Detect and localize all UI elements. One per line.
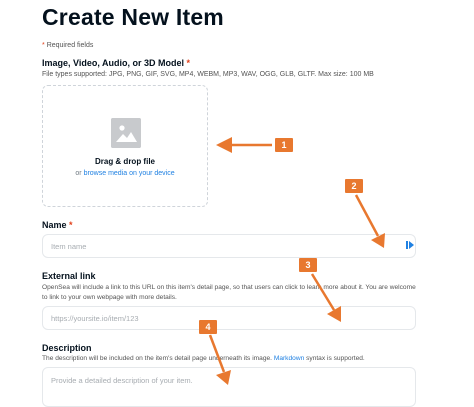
annotation-badge-2: 2 — [345, 179, 363, 193]
arrow-4 — [216, 370, 231, 385]
arrow-1 — [216, 137, 232, 153]
annotation-badge-3: 3 — [299, 258, 317, 272]
annotation-badge-1: 1 — [275, 138, 293, 152]
annotation-arrows — [208, 137, 385, 385]
annotation-badge-4: 4 — [199, 320, 217, 334]
